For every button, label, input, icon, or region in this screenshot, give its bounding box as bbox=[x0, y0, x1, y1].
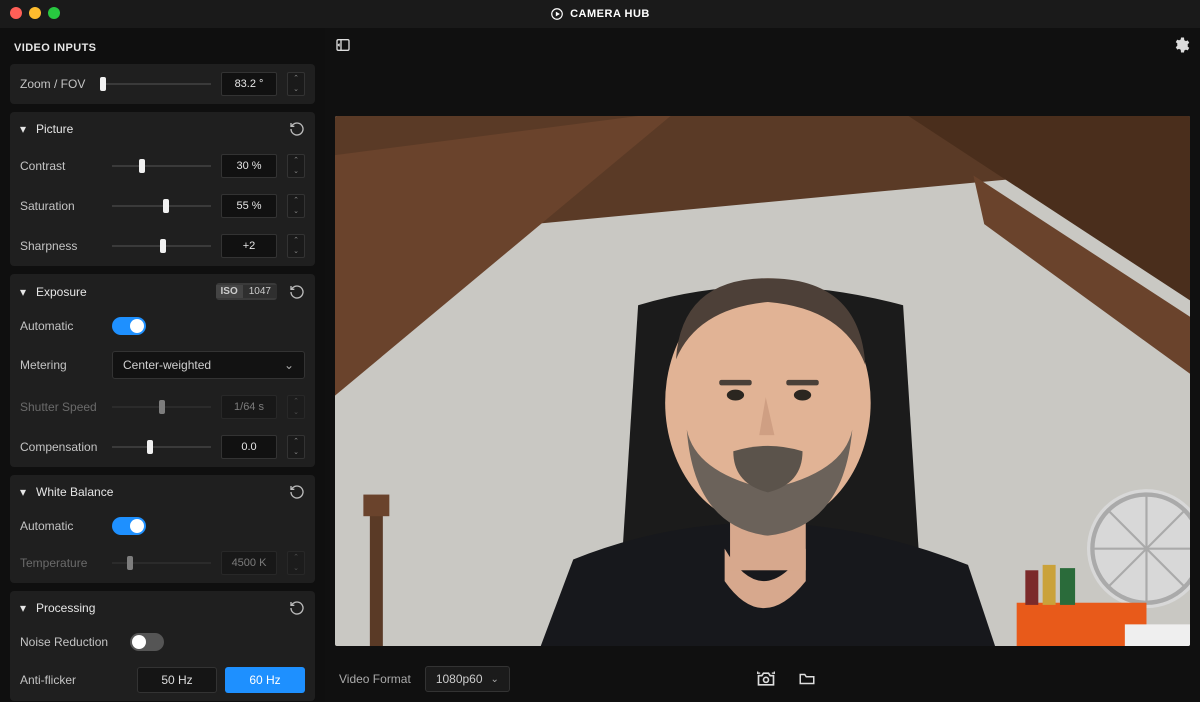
shutter-stepper: ⌃⌄ bbox=[287, 395, 305, 419]
row-metering: Metering Center-weighted ⌄ bbox=[10, 343, 315, 387]
compensation-stepper[interactable]: ⌃⌄ bbox=[287, 435, 305, 459]
shutter-label: Shutter Speed bbox=[20, 400, 102, 414]
processing-reset-button[interactable] bbox=[289, 600, 305, 616]
row-antiflicker: Anti-flicker 50 Hz 60 Hz bbox=[10, 659, 315, 701]
exposure-reset-button[interactable] bbox=[289, 284, 305, 300]
window-controls bbox=[10, 7, 60, 19]
row-sharpness: Sharpness +2 ⌃⌄ bbox=[10, 226, 315, 266]
panel-processing: ▾ Processing Noise Reduction Anti-flicke… bbox=[10, 591, 315, 701]
main-area: Video Format 1080p60 ⌄ bbox=[325, 28, 1200, 702]
noise-toggle[interactable] bbox=[130, 633, 164, 651]
chevron-down-icon: ▾ bbox=[20, 485, 30, 499]
saturation-stepper[interactable]: ⌃⌄ bbox=[287, 194, 305, 218]
picture-reset-button[interactable] bbox=[289, 121, 305, 137]
sharpness-stepper[interactable]: ⌃⌄ bbox=[287, 234, 305, 258]
chevron-down-icon: ▾ bbox=[20, 285, 30, 299]
compensation-value[interactable]: 0.0 bbox=[221, 435, 277, 459]
iso-label: ISO bbox=[216, 285, 243, 298]
maximize-window-button[interactable] bbox=[48, 7, 60, 19]
minimize-window-button[interactable] bbox=[29, 7, 41, 19]
row-temperature: Temperature 4500 K ⌃⌄ bbox=[10, 543, 315, 583]
saturation-label: Saturation bbox=[20, 199, 102, 213]
settings-button[interactable] bbox=[1172, 36, 1190, 54]
zoom-slider[interactable] bbox=[100, 74, 211, 94]
picture-title: Picture bbox=[36, 122, 73, 136]
chevron-down-icon: ▾ bbox=[20, 601, 30, 615]
compensation-label: Compensation bbox=[20, 440, 102, 454]
panel-exposure: ▾ Exposure ISO 1047 Automatic Metering C… bbox=[10, 274, 315, 467]
exposure-auto-label: Automatic bbox=[20, 319, 102, 333]
main-footer: Video Format 1080p60 ⌄ bbox=[325, 656, 1200, 702]
chevron-down-icon: ⌄ bbox=[284, 358, 294, 372]
sharpness-label: Sharpness bbox=[20, 239, 102, 253]
row-wb-auto: Automatic bbox=[10, 509, 315, 543]
contrast-value[interactable]: 30 % bbox=[221, 154, 277, 178]
exposure-title: Exposure bbox=[36, 285, 87, 299]
temperature-value: 4500 K bbox=[221, 551, 277, 575]
processing-title: Processing bbox=[36, 601, 95, 615]
row-exposure-auto: Automatic bbox=[10, 309, 315, 343]
elgato-logo-icon bbox=[550, 7, 564, 21]
zoom-label: Zoom / FOV bbox=[20, 77, 90, 91]
temperature-label: Temperature bbox=[20, 556, 102, 570]
row-compensation: Compensation 0.0 ⌃⌄ bbox=[10, 427, 315, 467]
close-window-button[interactable] bbox=[10, 7, 22, 19]
metering-value: Center-weighted bbox=[123, 358, 211, 372]
video-format-select[interactable]: 1080p60 ⌄ bbox=[425, 666, 510, 692]
panel-zoom: Zoom / FOV 83.2 ° ⌃⌄ bbox=[10, 64, 315, 104]
exposure-auto-toggle[interactable] bbox=[112, 317, 146, 335]
row-shutter: Shutter Speed 1/64 s ⌃⌄ bbox=[10, 387, 315, 427]
sharpness-slider[interactable] bbox=[112, 236, 211, 256]
wb-title: White Balance bbox=[36, 485, 113, 499]
sharpness-value[interactable]: +2 bbox=[221, 234, 277, 258]
main-toolbar bbox=[325, 28, 1200, 62]
video-format-value: 1080p60 bbox=[436, 672, 483, 686]
iso-value: 1047 bbox=[243, 285, 277, 298]
chevron-down-icon: ▾ bbox=[20, 122, 30, 136]
wb-auto-toggle[interactable] bbox=[112, 517, 146, 535]
saturation-value[interactable]: 55 % bbox=[221, 194, 277, 218]
compensation-slider[interactable] bbox=[112, 437, 211, 457]
titlebar: CAMERA HUB bbox=[0, 0, 1200, 28]
row-saturation: Saturation 55 % ⌃⌄ bbox=[10, 186, 315, 226]
snapshot-button[interactable] bbox=[756, 669, 776, 689]
camera-preview[interactable] bbox=[335, 116, 1190, 646]
metering-label: Metering bbox=[20, 358, 102, 372]
app-title: CAMERA HUB bbox=[550, 7, 650, 21]
metering-select[interactable]: Center-weighted ⌄ bbox=[112, 351, 305, 379]
video-format-label: Video Format bbox=[339, 672, 411, 686]
antiflicker-label: Anti-flicker bbox=[20, 673, 102, 687]
chevron-down-icon: ⌄ bbox=[491, 674, 499, 685]
wb-auto-label: Automatic bbox=[20, 519, 102, 533]
row-contrast: Contrast 30 % ⌃⌄ bbox=[10, 146, 315, 186]
processing-header[interactable]: ▾ Processing bbox=[10, 591, 315, 625]
sidebar: VIDEO INPUTS Zoom / FOV 83.2 ° ⌃⌄ ▾ Pict… bbox=[0, 28, 325, 702]
temperature-stepper: ⌃⌄ bbox=[287, 551, 305, 575]
noise-label: Noise Reduction bbox=[20, 635, 120, 649]
contrast-slider[interactable] bbox=[112, 156, 211, 176]
panel-white-balance: ▾ White Balance Automatic Temperature 45… bbox=[10, 475, 315, 583]
contrast-label: Contrast bbox=[20, 159, 102, 173]
row-zoom: Zoom / FOV 83.2 ° ⌃⌄ bbox=[10, 64, 315, 104]
open-folder-button[interactable] bbox=[798, 670, 816, 688]
shutter-slider bbox=[112, 397, 211, 417]
exposure-header[interactable]: ▾ Exposure ISO 1047 bbox=[10, 274, 315, 309]
picture-header[interactable]: ▾ Picture bbox=[10, 112, 315, 146]
wb-header[interactable]: ▾ White Balance bbox=[10, 475, 315, 509]
antiflicker-50hz-button[interactable]: 50 Hz bbox=[137, 667, 217, 693]
shutter-value: 1/64 s bbox=[221, 395, 277, 419]
collapse-sidebar-button[interactable] bbox=[335, 37, 351, 53]
panel-picture: ▾ Picture Contrast 30 % ⌃⌄ Saturation 55… bbox=[10, 112, 315, 266]
temperature-slider bbox=[112, 553, 211, 573]
row-noise-reduction: Noise Reduction bbox=[10, 625, 315, 659]
app-title-text: CAMERA HUB bbox=[570, 8, 650, 20]
zoom-value[interactable]: 83.2 ° bbox=[221, 72, 277, 96]
zoom-stepper[interactable]: ⌃⌄ bbox=[287, 72, 305, 96]
iso-badge: ISO 1047 bbox=[216, 283, 277, 300]
saturation-slider[interactable] bbox=[112, 196, 211, 216]
antiflicker-60hz-button[interactable]: 60 Hz bbox=[225, 667, 305, 693]
contrast-stepper[interactable]: ⌃⌄ bbox=[287, 154, 305, 178]
sidebar-header: VIDEO INPUTS bbox=[10, 36, 315, 56]
wb-reset-button[interactable] bbox=[289, 484, 305, 500]
